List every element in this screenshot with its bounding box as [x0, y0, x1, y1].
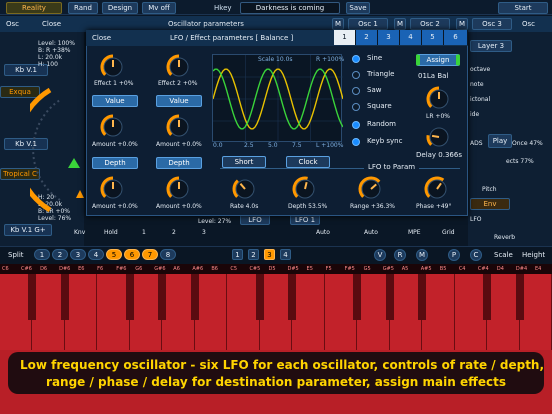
black-key[interactable]: [190, 274, 199, 320]
black-key[interactable]: [385, 274, 394, 320]
key-label: D#5: [287, 266, 299, 272]
key-label: F5: [325, 266, 332, 272]
white-key[interactable]: [519, 274, 552, 350]
black-key[interactable]: [158, 274, 167, 320]
key-label: B6: [211, 266, 218, 272]
synth-app: Reality Rand Design Mv off Hkey Darkness…: [0, 0, 552, 414]
key-label: F#6: [116, 266, 127, 272]
black-key[interactable]: [418, 274, 427, 320]
black-key[interactable]: [60, 274, 69, 320]
key-label: A#5: [420, 266, 432, 272]
key-label: A#6: [192, 266, 204, 272]
caption-line-2: range / phase / delay for destination pa…: [46, 375, 506, 389]
black-key[interactable]: [255, 274, 264, 320]
black-key[interactable]: [483, 274, 492, 320]
white-key[interactable]: [194, 274, 228, 350]
key-label: E6: [78, 266, 85, 272]
key-label: G#5: [382, 266, 394, 272]
key-label: G6: [135, 266, 143, 272]
key-label: F6: [97, 266, 104, 272]
white-key[interactable]: [422, 274, 455, 350]
key-label: D#6: [59, 266, 71, 272]
key-label: D5: [268, 266, 276, 272]
caption-line-1: Low frequency oscillator - six LFO for e…: [20, 358, 545, 372]
black-key[interactable]: [125, 274, 134, 320]
black-key[interactable]: [288, 274, 297, 320]
key-label: C6: [2, 266, 9, 272]
white-key[interactable]: [64, 274, 98, 350]
key-label: G5: [363, 266, 371, 272]
key-label: E5: [306, 266, 313, 272]
key-label: D#4: [515, 266, 528, 272]
key-label: B5: [439, 266, 447, 272]
key-label: A6: [173, 266, 180, 272]
black-key[interactable]: [28, 274, 37, 320]
key-label: F#5: [344, 266, 355, 272]
key-label: G#6: [154, 266, 166, 272]
key-label: C#4: [477, 266, 489, 272]
key-label: C5: [230, 266, 238, 272]
key-label: D6: [40, 266, 48, 272]
key-label: D4: [496, 266, 504, 272]
black-key[interactable]: [515, 274, 524, 320]
black-key[interactable]: [353, 274, 362, 320]
key-label: C#5: [249, 266, 261, 272]
key-label: E4: [534, 266, 542, 272]
key-label: C#6: [21, 266, 32, 272]
white-key[interactable]: [292, 274, 325, 350]
key-label: C4: [458, 266, 466, 272]
key-label: A5: [401, 266, 409, 272]
